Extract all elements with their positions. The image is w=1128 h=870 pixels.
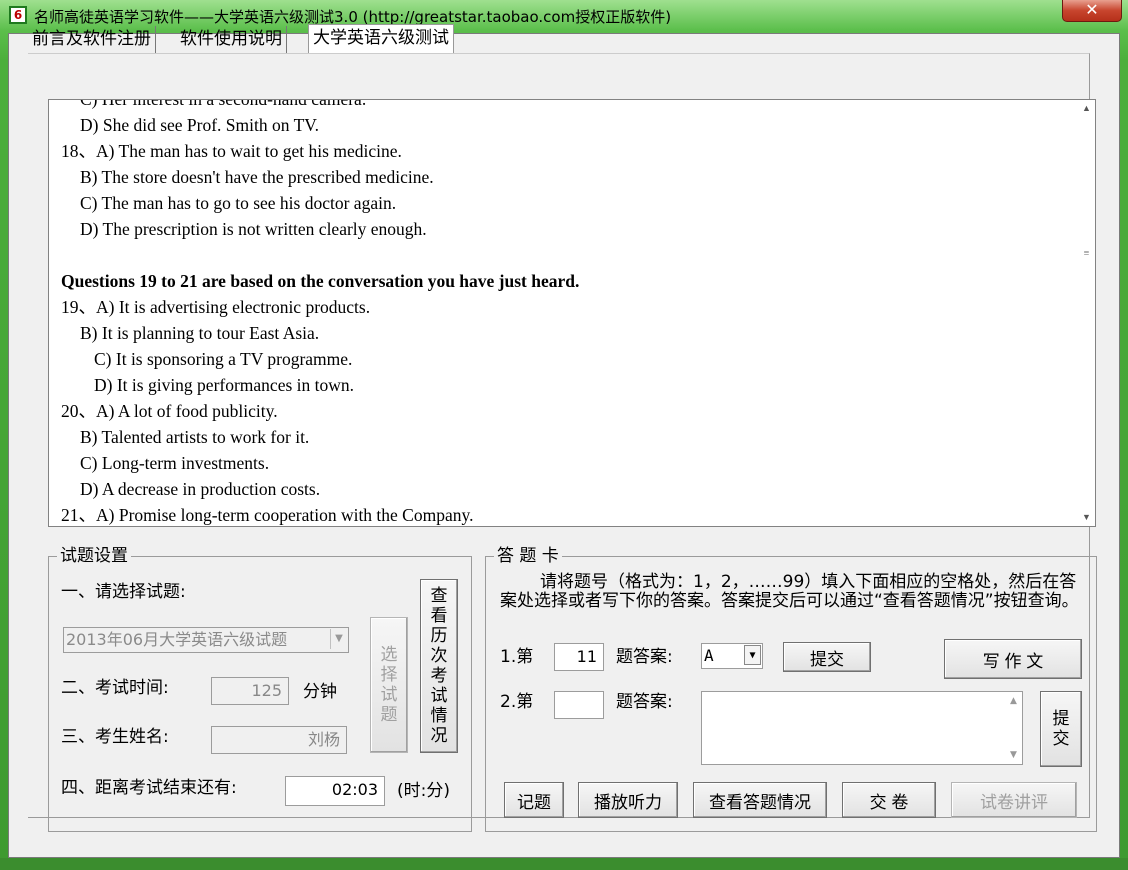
question-line: 21、A) Promise long-term cooperation with…	[61, 505, 474, 525]
test-settings-title: 试题设置	[57, 546, 131, 566]
note-question-button[interactable]: 记题	[504, 782, 564, 818]
scroll-thumb-grip-icon[interactable]: ≡	[1081, 248, 1092, 260]
row1-answer-label: 题答案:	[616, 647, 673, 667]
exam-time-field[interactable]: 125	[211, 677, 289, 705]
scroll-up-arrow-icon[interactable]: ▲	[1005, 696, 1022, 706]
row2-question-number-input[interactable]	[554, 691, 604, 719]
paper-review-button[interactable]: 试卷讲评	[951, 782, 1077, 818]
tab-preface-registration[interactable]: 前言及软件注册	[28, 26, 156, 54]
view-history-button[interactable]: 查看历次考试情况	[420, 579, 458, 753]
vertical-scrollbar[interactable]: ▲ ≡ ▼	[1078, 100, 1095, 526]
question-line	[61, 242, 1075, 268]
tab-usage-guide[interactable]: 软件使用说明	[176, 26, 287, 54]
chevron-down-icon[interactable]: ▼	[744, 645, 761, 665]
view-answers-button[interactable]: 查看答题情况	[693, 782, 827, 818]
row2-answer-textarea[interactable]: ▲ ▼	[701, 691, 1023, 765]
app-icon: 6	[9, 6, 27, 24]
row1-question-number-input[interactable]: 11	[554, 643, 604, 671]
question-line: B) It is planning to tour East Asia.	[80, 323, 320, 343]
scroll-up-arrow-icon[interactable]: ▲	[1078, 100, 1095, 117]
window-bottom-border	[0, 858, 1128, 870]
question-line: C) Long-term investments.	[80, 453, 270, 473]
scroll-down-arrow-icon[interactable]: ▼	[1005, 750, 1022, 760]
app-window: 6 名师高徒英语学习软件——大学英语六级测试3.0 (http://greats…	[0, 0, 1128, 870]
question-lines: C) Her interest in a second-hand camera.…	[61, 99, 1075, 526]
test-settings-group: 试题设置 一、请选择试题: 2013年06月大学英语六级试题 ▼ 二、考试时间:…	[48, 546, 472, 832]
answer-card-title: 答 题 卡	[494, 546, 562, 566]
answer-card-group: 答 题 卡 请将题号（格式为：1，2，……99）填入下面相应的空格处，然后在答案…	[485, 546, 1097, 832]
question-line: C) The man has to go to see his doctor a…	[80, 193, 397, 213]
question-line: 20、A) A lot of food publicity.	[61, 401, 278, 421]
exam-select[interactable]: 2013年06月大学英语六级试题 ▼	[63, 627, 349, 653]
question-line: D) It is giving performances in town.	[94, 375, 355, 395]
row2-prefix: 2.第	[500, 692, 534, 712]
hand-in-button[interactable]: 交 卷	[842, 782, 936, 818]
row2-answer-label: 题答案:	[616, 692, 673, 712]
candidate-name-field[interactable]: 刘杨	[211, 726, 347, 754]
section-heading: Questions 19 to 21 are based on the conv…	[61, 271, 580, 291]
exam-time-unit: 分钟	[303, 682, 337, 702]
question-line: B) Talented artists to work for it.	[80, 427, 310, 447]
memo-scrollbar[interactable]: ▲ ▼	[1005, 692, 1022, 764]
answer-instructions: 请将题号（格式为：1，2，……99）填入下面相应的空格处，然后在答案处选择或者写…	[500, 572, 1079, 611]
remaining-time-field: 02:03	[285, 776, 385, 806]
question-line: D) She did see Prof. Smith on TV.	[80, 115, 320, 135]
exam-select-value: 2013年06月大学英语六级试题	[66, 630, 288, 649]
question-line: C) Her interest in a second-hand camera.	[80, 99, 367, 109]
question-line: B) The store doesn't have the prescribed…	[80, 167, 434, 187]
write-essay-button[interactable]: 写 作 文	[944, 639, 1082, 679]
exam-time-label: 二、考试时间:	[61, 678, 169, 698]
row1-submit-button[interactable]: 提交	[783, 642, 871, 672]
title-bar[interactable]: 6 名师高徒英语学习软件——大学英语六级测试3.0 (http://greats…	[0, 0, 1128, 32]
remaining-time-label: 四、距离考试结束还有:	[61, 778, 237, 798]
question-line: D) A decrease in production costs.	[80, 479, 321, 499]
candidate-name-label: 三、考生姓名:	[61, 727, 169, 747]
close-button[interactable]: ✕	[1062, 0, 1122, 22]
question-line: C) It is sponsoring a TV programme.	[94, 349, 353, 369]
question-line: 19、A) It is advertising electronic produ…	[61, 297, 371, 317]
tab-cet6-test[interactable]: 大学英语六级测试	[308, 24, 454, 54]
chevron-down-icon[interactable]: ▼	[330, 629, 347, 649]
row2-submit-button[interactable]: 提交	[1040, 691, 1082, 767]
question-line: 18、A) The man has to wait to get his med…	[61, 141, 402, 161]
row1-answer-select[interactable]: A ▼	[701, 643, 763, 669]
select-exam-label: 一、请选择试题:	[61, 582, 186, 602]
remaining-time-unit: (时:分)	[397, 781, 450, 801]
play-listening-button[interactable]: 播放听力	[578, 782, 678, 818]
select-exam-button[interactable]: 选择试题	[370, 617, 408, 753]
row1-answer-value: A	[704, 646, 714, 665]
question-text-area[interactable]: C) Her interest in a second-hand camera.…	[48, 99, 1096, 527]
scroll-down-arrow-icon[interactable]: ▼	[1078, 509, 1095, 526]
question-line: D) The prescription is not written clear…	[80, 219, 427, 239]
row1-prefix: 1.第	[500, 647, 534, 667]
